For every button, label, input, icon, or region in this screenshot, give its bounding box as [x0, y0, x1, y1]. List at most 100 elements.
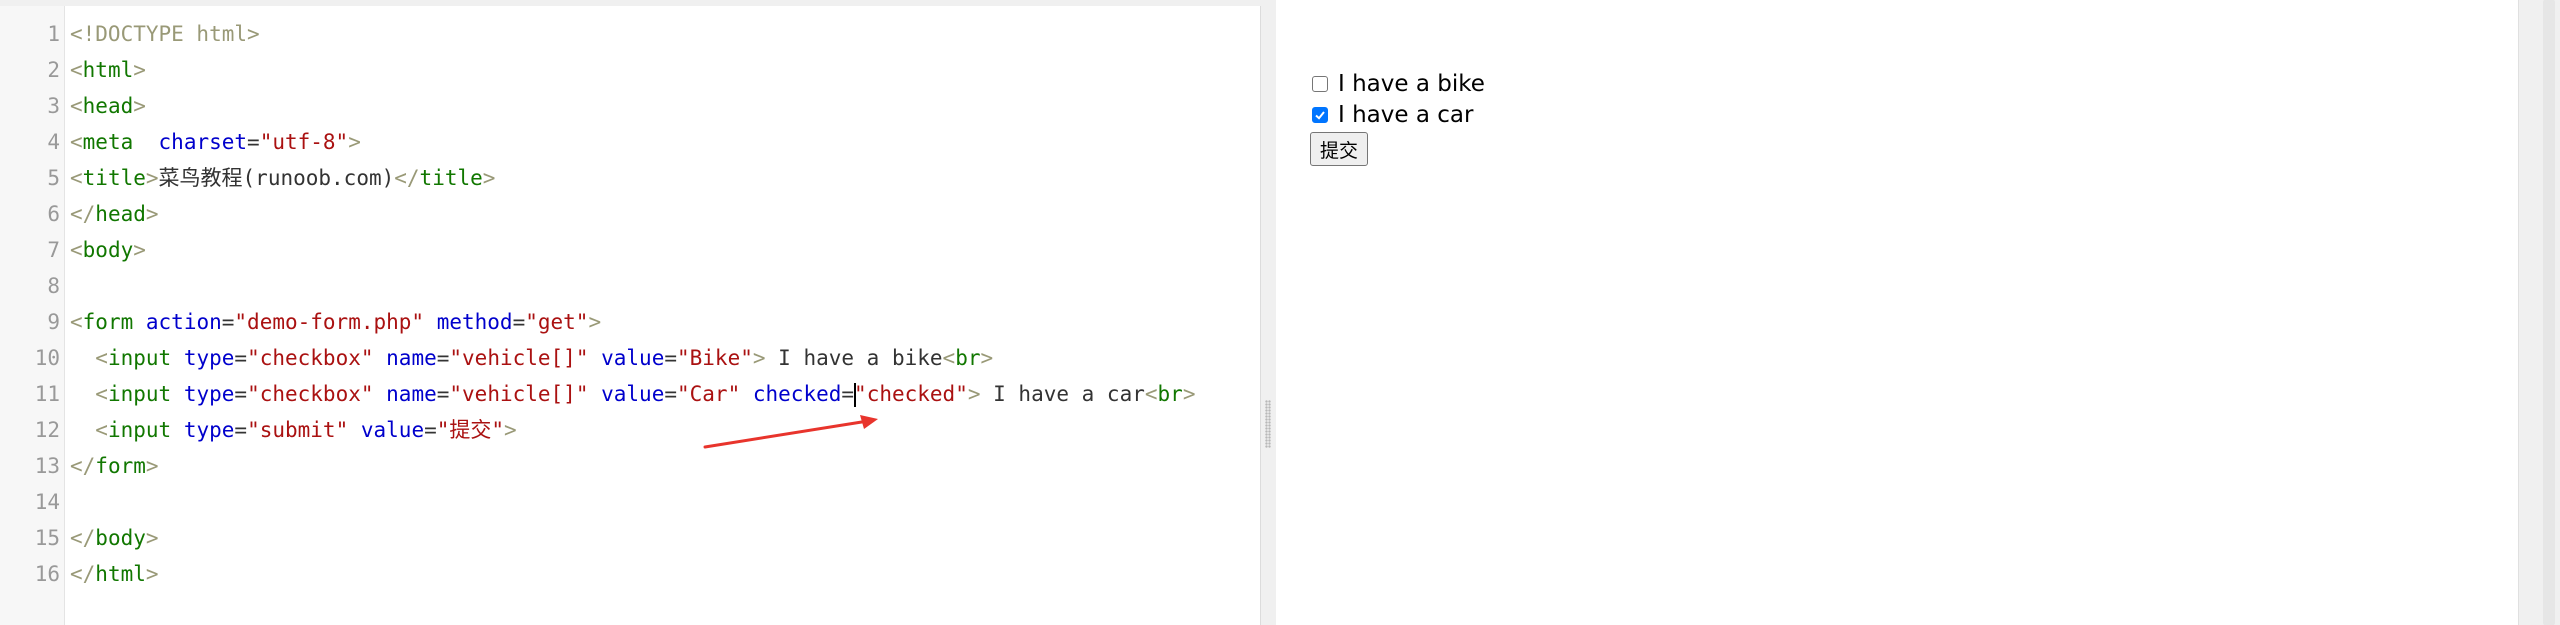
- submit-button[interactable]: 提交: [1310, 132, 1369, 166]
- code-line[interactable]: 6 </head>: [0, 196, 1260, 232]
- code-line[interactable]: 2 <html>: [0, 52, 1260, 88]
- code-token: >: [1182, 382, 1196, 406]
- code-token: =: [424, 418, 437, 442]
- bike-checkbox[interactable]: [1312, 75, 1328, 92]
- code-token: >: [752, 346, 766, 370]
- code-token: </: [394, 166, 420, 190]
- line-code: <input type="checkbox" name="vehicle[]" …: [70, 376, 1195, 412]
- code-line[interactable]: 15 </body>: [0, 520, 1260, 556]
- code-line[interactable]: 14: [0, 484, 1260, 520]
- code-token: <: [95, 418, 108, 442]
- code-token: >: [980, 346, 994, 370]
- code-token: body: [82, 238, 134, 262]
- line-code: <meta charset="utf-8">: [70, 124, 361, 160]
- code-line[interactable]: 3 <head>: [0, 88, 1260, 124]
- code-token: >: [133, 238, 146, 262]
- scrollbar-thumb[interactable]: [2543, 0, 2555, 625]
- code-line[interactable]: 16 </html>: [0, 556, 1260, 592]
- code-token: =: [436, 382, 450, 406]
- code-token: >: [145, 166, 159, 190]
- code-token: >: [133, 58, 146, 82]
- code-token: =: [436, 346, 450, 370]
- preview-form: I have a bike I have a car 提交: [1310, 68, 1485, 166]
- code-token: </: [70, 562, 96, 586]
- line-number: 15: [34, 526, 60, 550]
- code-token: value: [601, 382, 665, 406]
- line-code: <input type="submit" value="提交">: [70, 412, 517, 448]
- code-token: "utf-8": [259, 130, 349, 154]
- code-token: "checked": [854, 382, 968, 406]
- car-row: I have a car: [1312, 99, 1485, 130]
- code-token: >: [504, 418, 517, 442]
- code-token: form: [95, 454, 146, 478]
- code-token: >: [145, 526, 159, 550]
- code-token: <!DOCTYPE html>: [70, 22, 260, 46]
- code-line[interactable]: 12 <input type="submit" value="提交">: [0, 412, 1260, 448]
- code-token: br: [955, 346, 981, 370]
- code-token: head: [82, 94, 134, 118]
- code-token: =: [221, 310, 235, 334]
- line-code: <html>: [70, 52, 146, 88]
- line-number: 16: [34, 562, 60, 586]
- code-line[interactable]: 9 <form action="demo-form.php" method="ge…: [0, 304, 1260, 340]
- line-number: 4: [47, 130, 60, 154]
- code-token: "get": [525, 310, 589, 334]
- checkmark-icon: [1315, 110, 1325, 120]
- line-code: </body>: [70, 520, 159, 556]
- code-token: <: [942, 346, 956, 370]
- code-line[interactable]: 13 </form>: [0, 448, 1260, 484]
- line-code: <head>: [70, 88, 146, 124]
- line-code: </html>: [70, 556, 159, 592]
- splitter-grip-icon[interactable]: [1265, 400, 1271, 448]
- code-token: action: [145, 310, 222, 334]
- code-token: head: [95, 202, 146, 226]
- code-token: html: [95, 562, 146, 586]
- code-token: =: [664, 382, 677, 406]
- code-token: html: [82, 58, 134, 82]
- code-line[interactable]: 7 <body>: [0, 232, 1260, 268]
- code-editor-pane[interactable]: 1 <!DOCTYPE html> 2 <html> 3 <head> 4 <meta cha…: [0, 6, 1261, 625]
- code-token: input: [107, 382, 172, 406]
- line-code: <form action="demo-form.php" method="get…: [70, 304, 601, 340]
- code-token: value: [601, 346, 665, 370]
- code-token: checked: [752, 382, 842, 406]
- line-code: </form>: [70, 448, 159, 484]
- code-token: form: [82, 310, 134, 334]
- code-line[interactable]: 11 <input type="checkbox" name="vehicle[…: [0, 376, 1260, 412]
- code-token: <: [70, 166, 83, 190]
- code-token: value: [360, 418, 425, 442]
- code-token: >: [967, 382, 981, 406]
- code-line[interactable]: 4 <meta charset="utf-8">: [0, 124, 1260, 160]
- code-token: "提交": [436, 418, 505, 442]
- line-number: 13: [34, 454, 60, 478]
- pane-splitter[interactable]: [1261, 0, 1275, 625]
- code-token: >: [348, 130, 361, 154]
- code-line[interactable]: 10 <input type="checkbox" name="vehicle[…: [0, 340, 1260, 376]
- code-token: <: [70, 58, 83, 82]
- code-token: method: [436, 310, 513, 334]
- car-checkbox[interactable]: [1312, 106, 1328, 123]
- code-line[interactable]: 5 <title>菜鸟教程(runoob.com)</title>: [0, 160, 1260, 196]
- code-token: >: [588, 310, 602, 334]
- code-token: type: [183, 382, 235, 406]
- line-number: 7: [47, 238, 60, 262]
- code-line[interactable]: 8: [0, 268, 1260, 304]
- line-number: 3: [47, 94, 60, 118]
- line-code: <title>菜鸟教程(runoob.com)</title>: [70, 160, 495, 196]
- code-token: br: [1157, 382, 1183, 406]
- code-line[interactable]: 1 <!DOCTYPE html>: [0, 16, 1260, 52]
- code-token: I have a car: [980, 382, 1145, 406]
- code-token: input: [107, 346, 172, 370]
- line-number: 2: [47, 58, 60, 82]
